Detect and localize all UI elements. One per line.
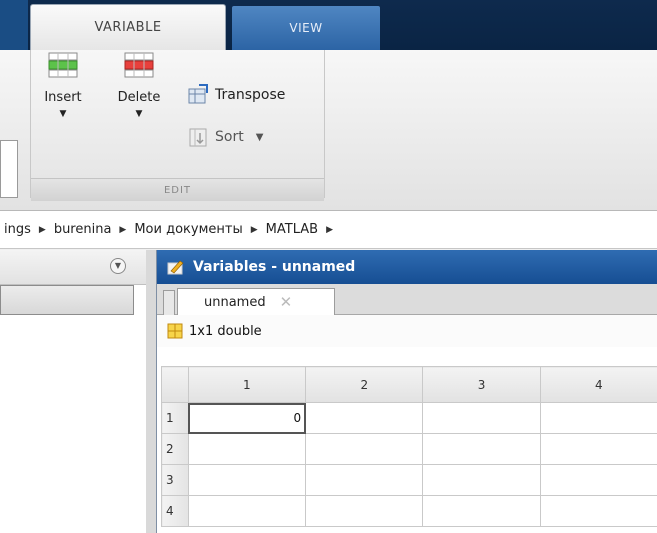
variable-document-tabs: unnamed ✕ [157, 284, 657, 315]
sort-dropdown-caret-icon: ▼ [255, 131, 264, 143]
pane-divider[interactable] [146, 250, 156, 533]
column-header[interactable]: 3 [422, 366, 541, 403]
breadcrumb-separator-icon[interactable]: ▶ [39, 225, 46, 235]
delete-button-label: Delete [117, 90, 161, 105]
column-header[interactable]: 4 [539, 366, 657, 403]
breadcrumb-separator-icon[interactable]: ▶ [119, 225, 126, 235]
pane-actions-icon[interactable]: ▼ [110, 258, 126, 274]
transpose-button-label: Transpose [215, 87, 286, 103]
edit-group: Insert ▼ Delete ▼ Transpose Sort ▼ [31, 50, 324, 198]
grid-cell[interactable] [187, 464, 307, 496]
table-row: 3 [161, 464, 657, 496]
row-header[interactable]: 4 [161, 495, 189, 527]
current-folder-column-header[interactable] [0, 285, 134, 315]
column-header-row: 1 2 3 4 [161, 366, 657, 403]
insert-button-label: Insert [44, 90, 82, 105]
tab-unnamed[interactable]: unnamed ✕ [177, 288, 335, 315]
grid-corner[interactable] [161, 366, 189, 403]
row-header[interactable]: 1 [161, 402, 189, 434]
table-row: 4 [161, 495, 657, 527]
grid-top-spacer [157, 347, 657, 366]
grid-cell[interactable] [422, 495, 541, 527]
sort-button[interactable]: Sort ▼ [187, 126, 263, 148]
matrix-icon [167, 323, 183, 339]
grid-cell[interactable] [422, 402, 541, 434]
insert-dropdown-caret-icon: ▼ [59, 109, 67, 119]
grid-cell[interactable] [305, 402, 424, 434]
tab-variable[interactable]: VARIABLE [30, 4, 226, 50]
ribbon-tab-strip: VARIABLE VIEW [0, 0, 657, 50]
grid-cell[interactable] [422, 433, 541, 465]
row-header[interactable]: 3 [161, 464, 189, 496]
current-folder-pane: ▼ [0, 250, 146, 533]
grid-cell[interactable] [539, 495, 657, 527]
variables-window-titlebar[interactable]: Variables - unnamed [157, 250, 657, 284]
ribbon-tab-strip-left-edge [0, 0, 28, 50]
grid-cell[interactable]: 0 [187, 402, 307, 434]
variables-editor-icon [167, 260, 184, 275]
tab-variable-label: VARIABLE [94, 20, 162, 35]
edit-group-title: EDIT [31, 178, 324, 201]
document-tab-stub [163, 290, 175, 315]
variable-type-bar: 1x1 double [157, 315, 657, 348]
close-icon[interactable]: ✕ [280, 293, 293, 311]
tab-view[interactable]: VIEW [232, 6, 380, 50]
row-header[interactable]: 2 [161, 433, 189, 465]
grid-cell[interactable] [422, 464, 541, 496]
insert-rows-icon [48, 52, 78, 78]
transpose-icon [188, 84, 208, 104]
grid-cell[interactable] [305, 464, 424, 496]
sort-button-label: Sort [215, 129, 244, 145]
grid-cell[interactable] [539, 464, 657, 496]
current-folder-pane-header: ▼ [0, 250, 146, 285]
breadcrumb-separator-icon[interactable]: ▶ [251, 225, 258, 235]
grid-cell[interactable] [187, 433, 307, 465]
table-row: 2 [161, 433, 657, 465]
delete-rows-icon [124, 52, 154, 78]
grid-cell[interactable] [539, 433, 657, 465]
variable-grid: 1 2 3 4 1 0 2 3 4 [161, 366, 657, 527]
table-row: 1 0 [161, 402, 657, 434]
variable-type-label: 1x1 double [189, 323, 262, 339]
grid-cell[interactable] [305, 433, 424, 465]
column-header[interactable]: 2 [305, 366, 424, 403]
delete-dropdown-caret-icon: ▼ [135, 109, 143, 119]
delete-button[interactable]: Delete ▼ [111, 50, 167, 119]
breadcrumb-item[interactable]: MATLAB [266, 222, 318, 237]
breadcrumb-item[interactable]: burenina [54, 222, 112, 237]
grid-cell[interactable] [539, 402, 657, 434]
variables-window-title: Variables - unnamed [193, 259, 356, 275]
insert-button[interactable]: Insert ▼ [39, 50, 87, 119]
ribbon-separator [324, 50, 325, 198]
current-folder-breadcrumb: ings ▶ burenina ▶ Мои документы ▶ MATLAB… [0, 211, 657, 249]
breadcrumb-item[interactable]: Мои документы [134, 222, 242, 237]
breadcrumb-item[interactable]: ings [4, 222, 31, 237]
grid-cell[interactable] [187, 495, 307, 527]
tab-unnamed-label: unnamed [204, 294, 266, 310]
column-header[interactable]: 1 [187, 366, 307, 403]
grid-cell[interactable] [305, 495, 424, 527]
variables-window: Variables - unnamed unnamed ✕ 1x1 double… [156, 250, 657, 533]
sort-icon [189, 128, 207, 147]
ribbon-left-input-stub [0, 140, 18, 198]
edit-group-title-label: EDIT [163, 184, 192, 196]
transpose-button[interactable]: Transpose [187, 84, 285, 106]
ribbon: Insert ▼ Delete ▼ Transpose Sort ▼ EDIT [0, 50, 657, 211]
tab-view-label: VIEW [289, 21, 323, 35]
breadcrumb-separator-icon[interactable]: ▶ [326, 225, 333, 235]
